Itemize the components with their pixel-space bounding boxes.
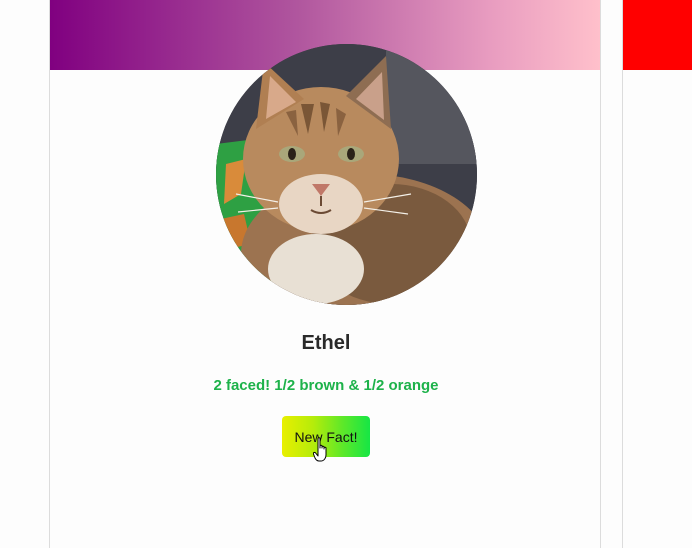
cat-photo-icon xyxy=(216,44,477,305)
next-card-banner xyxy=(623,0,692,70)
hand-pointer-icon xyxy=(313,437,327,462)
cat-avatar xyxy=(216,44,477,305)
cat-card: Ethel 2 faced! 1/2 brown & 1/2 orange Ne… xyxy=(49,0,601,548)
cat-name: Ethel xyxy=(301,332,351,354)
cat-fact: 2 faced! 1/2 brown & 1/2 orange xyxy=(213,377,439,394)
next-card xyxy=(622,0,692,548)
page: Ethel 2 faced! 1/2 brown & 1/2 orange Ne… xyxy=(0,0,692,548)
